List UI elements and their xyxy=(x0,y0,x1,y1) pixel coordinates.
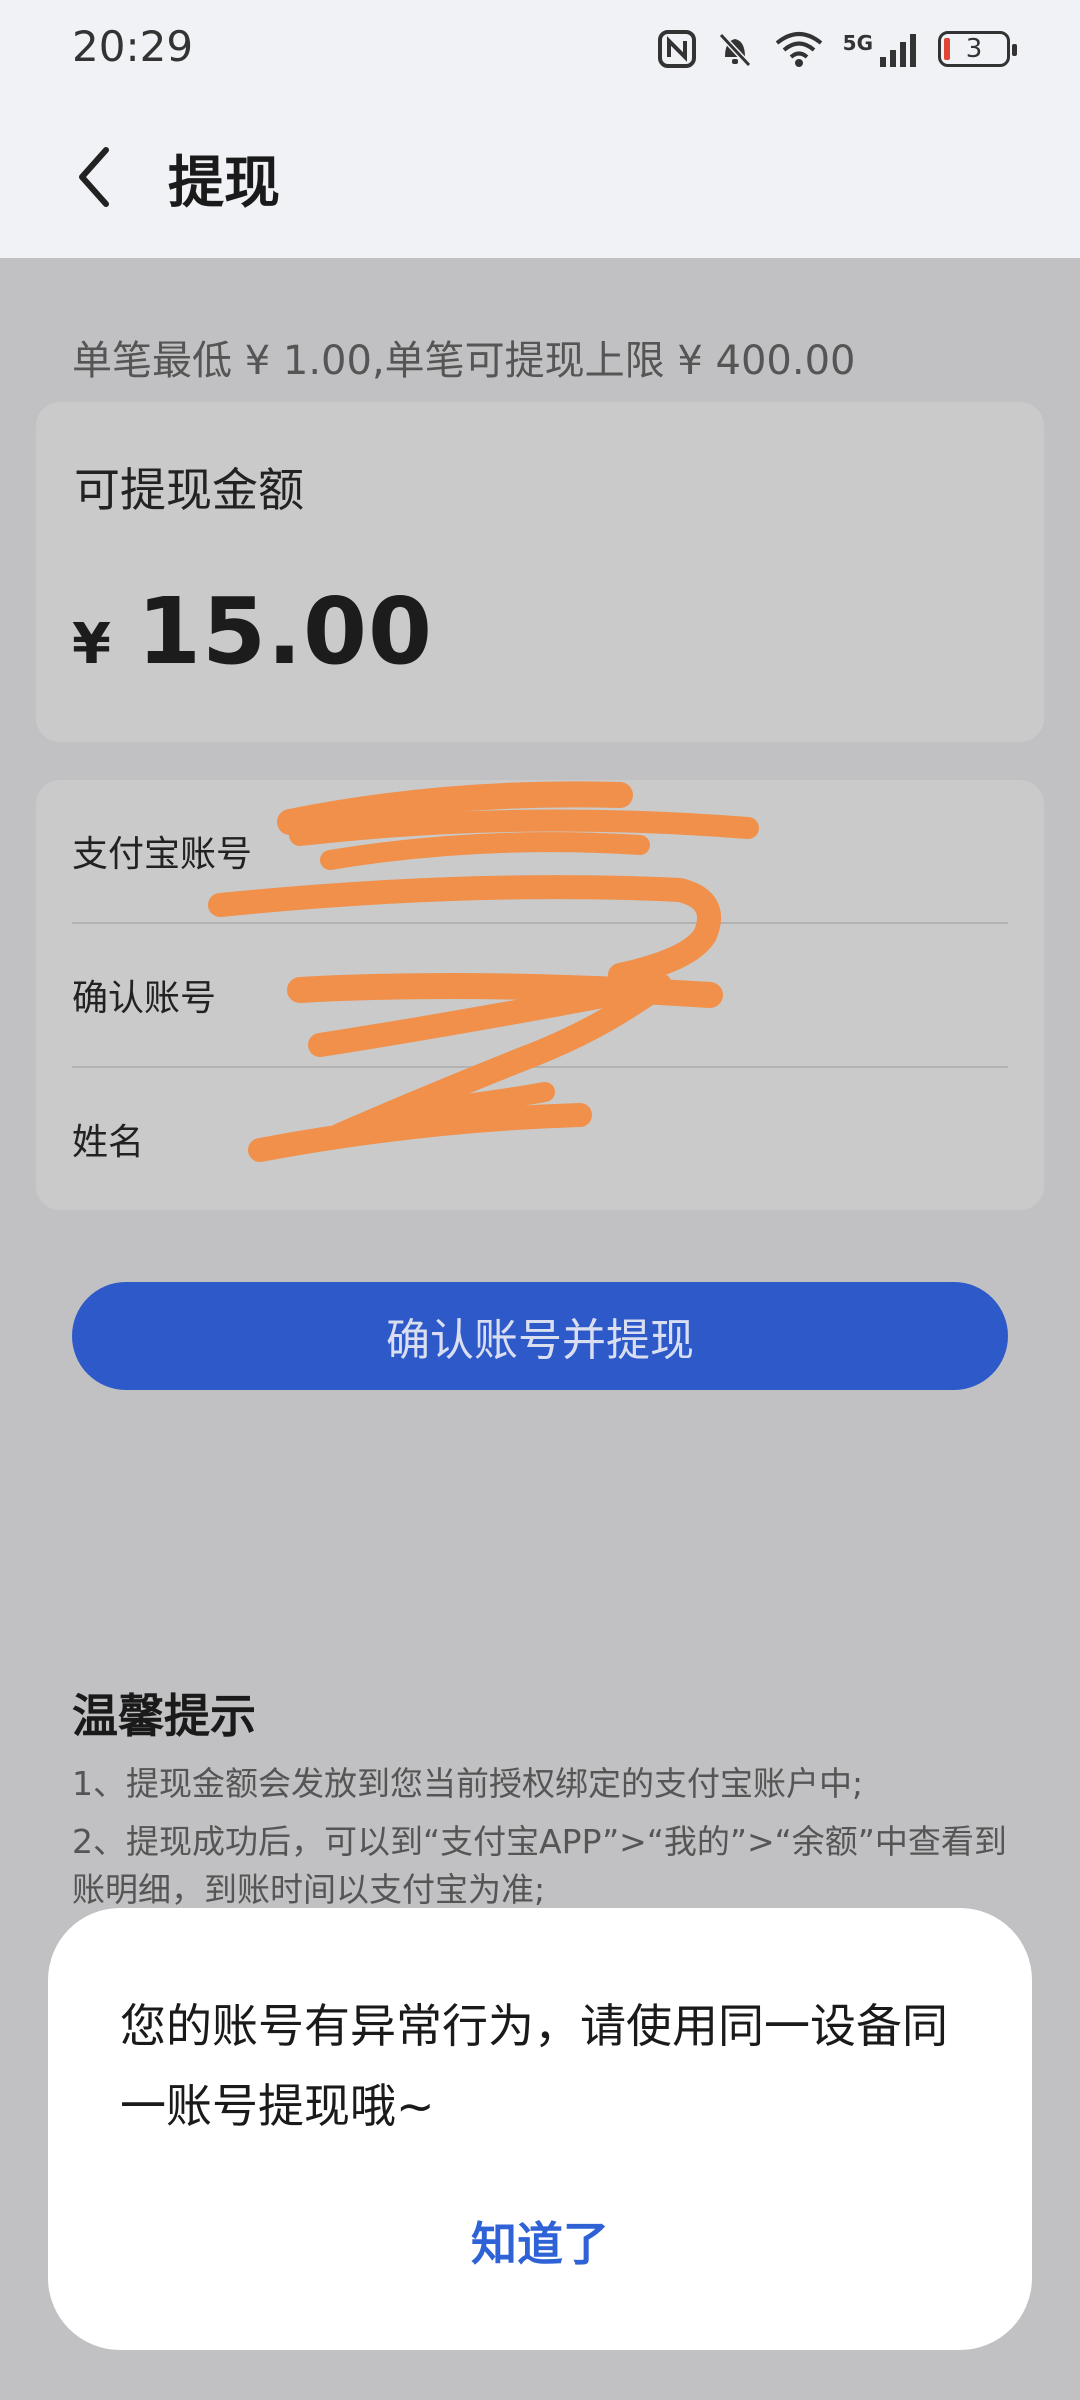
balance-card: 可提现金额 ¥ 15.00 xyxy=(36,402,1044,742)
balance-amount: 15.00 xyxy=(136,578,433,685)
alipay-account-label: 支付宝账号 xyxy=(72,834,253,875)
back-icon[interactable] xyxy=(70,142,120,212)
nfc-icon xyxy=(657,30,696,68)
name-row[interactable]: 姓名 xyxy=(72,1068,1008,1210)
balance-amount-row: ¥ 15.00 xyxy=(72,578,433,685)
currency-symbol: ¥ xyxy=(72,612,111,677)
signal-icon xyxy=(880,34,916,67)
header: 提现 xyxy=(0,100,1080,258)
tip-item: 1、提现金额会发放到您当前授权绑定的支付宝账户中; xyxy=(72,1764,864,1803)
network-label: 5G xyxy=(842,31,873,55)
tip-item: 2、提现成功后，可以到“支付宝APP”>“我的”>“余额”中查看到账明细，到账时… xyxy=(72,1822,1007,1909)
account-card: 支付宝账号 确认账号 姓名 xyxy=(36,780,1044,1210)
wifi-icon xyxy=(775,32,822,67)
battery-icon: 3 xyxy=(938,31,1017,67)
withdraw-limit-text: 单笔最低 ¥ 1.00,单笔可提现上限 ¥ 400.00 xyxy=(72,338,856,384)
confirm-withdraw-button[interactable]: 确认账号并提现 xyxy=(72,1282,1008,1390)
dialog-ok-button[interactable]: 知道了 xyxy=(48,2208,1032,2288)
dialog-message: 您的账号有异常行为，请使用同一设备同一账号提现哦~ xyxy=(120,1999,948,2133)
status-time: 20:29 xyxy=(72,22,194,71)
page-title: 提现 xyxy=(168,151,280,216)
signal-5g: 5G xyxy=(843,31,920,67)
status-bar: 20:29 5G 3 xyxy=(0,0,1080,100)
battery-level: 3 xyxy=(965,34,983,64)
alert-dialog: 您的账号有异常行为，请使用同一设备同一账号提现哦~ 知道了 xyxy=(48,1908,1032,2350)
tips-title: 温馨提示 xyxy=(72,1689,256,1743)
status-icons: 5G 3 xyxy=(657,26,1017,72)
balance-label: 可提现金额 xyxy=(74,463,304,517)
name-label: 姓名 xyxy=(72,1122,145,1163)
confirm-account-row[interactable]: 确认账号 xyxy=(72,924,1008,1066)
confirm-account-label: 确认账号 xyxy=(72,978,217,1019)
bell-muted-icon xyxy=(718,32,751,68)
alipay-account-row[interactable]: 支付宝账号 xyxy=(72,780,1008,922)
